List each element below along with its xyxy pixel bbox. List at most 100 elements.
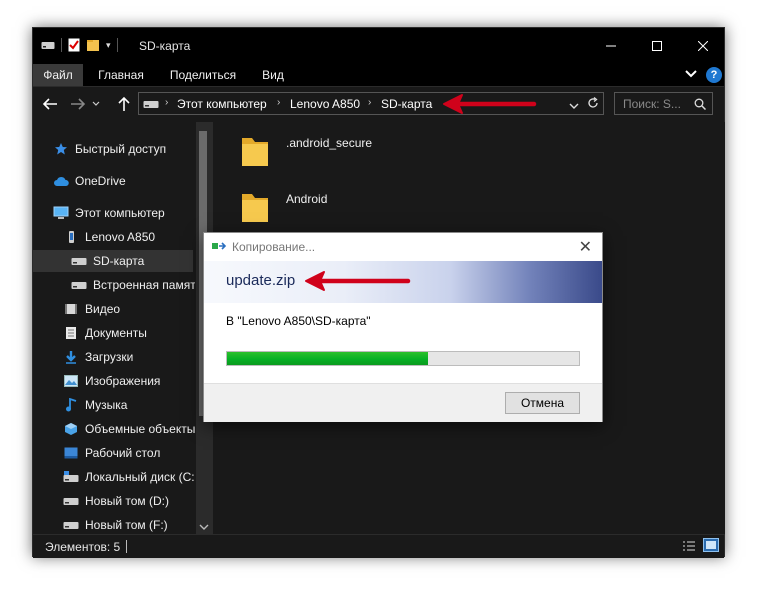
desktop-icon — [63, 445, 79, 461]
title-bar: ▾ SD-карта — [33, 28, 724, 64]
scroll-down-button[interactable] — [199, 520, 209, 534]
arrow-right-icon — [71, 98, 86, 110]
breadcrumb-this-pc[interactable]: Этот компьютер — [177, 97, 267, 111]
progress-fill — [227, 352, 428, 365]
downloads-icon — [63, 349, 79, 365]
star-icon — [53, 141, 69, 157]
arrow-left-icon — [42, 98, 57, 110]
list-item[interactable]: Android — [240, 190, 327, 224]
chevron-down-icon — [569, 103, 579, 109]
chevron-down-icon — [92, 101, 100, 106]
folder-icon — [242, 194, 268, 222]
dialog-close-button[interactable]: ✕ — [579, 237, 592, 257]
copy-destination: В "Lenovo A850\SD-карта" — [226, 314, 371, 328]
search-icon — [694, 98, 706, 110]
video-icon — [63, 301, 79, 317]
address-bar[interactable]: › Этот компьютер › Lenovo A850 › SD-карт… — [138, 92, 604, 115]
close-icon — [698, 41, 708, 51]
sidebar-item-onedrive[interactable]: OneDrive — [53, 170, 213, 192]
drive-icon[interactable] — [41, 40, 55, 50]
sidebar-item-label: Lenovo A850 — [85, 230, 156, 244]
folder-name: .android_secure — [286, 136, 373, 150]
close-button[interactable] — [680, 28, 726, 64]
folder-icon — [242, 138, 268, 166]
dialog-body: В "Lenovo A850\SD-карта" — [204, 303, 602, 383]
help-icon: ? — [710, 69, 718, 81]
sidebar-item-this-pc[interactable]: Этот компьютер — [53, 202, 213, 224]
copy-icon — [212, 242, 227, 250]
large-icons-view-icon — [703, 538, 719, 552]
breadcrumb-separator: › — [277, 97, 281, 108]
navigation-pane: Быстрый доступ OneDrive Этот компьютер L… — [33, 122, 213, 534]
search-placeholder: Поиск: S... — [623, 97, 681, 111]
chevron-down-icon[interactable]: ▾ — [106, 40, 111, 51]
red-arrow-annotation — [305, 271, 411, 291]
quick-access-toolbar: ▾ — [41, 38, 118, 52]
tab-view[interactable]: Вид — [253, 64, 293, 86]
expand-ribbon-button[interactable] — [685, 67, 699, 83]
status-divider — [126, 540, 127, 553]
chevron-down-icon — [199, 524, 209, 530]
breadcrumb-lenovo[interactable]: Lenovo A850 — [290, 97, 360, 111]
dialog-banner: update.zip — [204, 261, 602, 303]
sidebar-item-label: Объемные объекты — [85, 422, 196, 436]
tab-file[interactable]: Файл — [33, 64, 83, 86]
folder-name: Android — [286, 192, 328, 206]
close-icon: ✕ — [578, 239, 592, 256]
minimize-button[interactable] — [588, 28, 634, 64]
up-button[interactable] — [115, 95, 133, 113]
sidebar-item-label: Изображения — [85, 374, 161, 388]
red-arrow-annotation — [443, 94, 537, 114]
properties-icon[interactable] — [68, 38, 80, 52]
ribbon: Файл Главная Поделиться Вид ? — [33, 64, 724, 87]
cancel-button[interactable]: Отмена — [505, 392, 580, 414]
sidebar-item-label: Встроенная памяти — [93, 278, 195, 292]
drive-icon — [143, 101, 159, 108]
phone-icon — [63, 229, 79, 245]
cloud-icon — [53, 173, 69, 189]
recent-locations-button[interactable] — [91, 95, 101, 113]
back-button[interactable] — [41, 95, 59, 113]
refresh-icon — [588, 96, 598, 108]
breadcrumb-sd-card[interactable]: SD-карта — [381, 97, 432, 111]
address-dropdown-button[interactable] — [569, 99, 579, 113]
sidebar-item-quick-access[interactable]: Быстрый доступ — [53, 138, 213, 160]
documents-icon — [63, 325, 79, 341]
forward-button[interactable] — [69, 95, 87, 113]
sidebar-item-label: OneDrive — [75, 174, 126, 188]
tab-share[interactable]: Поделиться — [161, 64, 245, 86]
sidebar-item-sd-card[interactable]: SD-карта — [33, 250, 193, 272]
sidebar-item-label: Новый том (D:) — [85, 494, 169, 508]
minimize-icon — [606, 45, 616, 47]
drive-icon — [71, 277, 87, 293]
arrow-up-icon — [118, 96, 130, 111]
refresh-button[interactable] — [587, 96, 599, 112]
dialog-footer: Отмена — [204, 383, 602, 422]
new-folder-icon[interactable] — [86, 38, 100, 52]
sidebar-item-label: Видео — [85, 302, 121, 316]
breadcrumb-separator: › — [368, 97, 372, 108]
music-icon — [63, 397, 79, 413]
copy-dialog: Копирование... ✕ update.zip В "Lenovo A8… — [203, 232, 603, 422]
tab-home[interactable]: Главная — [89, 64, 153, 86]
maximize-icon — [652, 41, 662, 51]
details-view-icon — [683, 541, 695, 551]
sidebar-item-local-disk-c[interactable]: Локальный диск (C: — [63, 466, 195, 488]
local-disk-icon — [63, 469, 79, 485]
search-box[interactable]: Поиск: S... — [614, 92, 713, 115]
sidebar-item-internal-storage[interactable]: Встроенная памяти — [71, 274, 195, 296]
sidebar-item-label: Быстрый доступ — [75, 142, 167, 156]
copying-filename: update.zip — [226, 272, 296, 289]
sidebar-item-label: Локальный диск (C: — [85, 470, 195, 484]
help-button[interactable]: ? — [706, 67, 722, 83]
list-item[interactable]: .android_secure — [240, 134, 372, 168]
3d-objects-icon — [63, 421, 79, 437]
item-count: Элементов: 5 — [45, 540, 121, 554]
copy-progress-bar — [226, 351, 580, 366]
large-icons-view-button[interactable] — [703, 538, 719, 555]
maximize-button[interactable] — [634, 28, 680, 64]
chevron-down-icon — [685, 70, 697, 78]
sidebar-item-label: SD-карта — [93, 254, 145, 268]
details-view-button[interactable] — [682, 539, 696, 556]
navigation-bar: › Этот компьютер › Lenovo A850 › SD-карт… — [33, 87, 724, 121]
